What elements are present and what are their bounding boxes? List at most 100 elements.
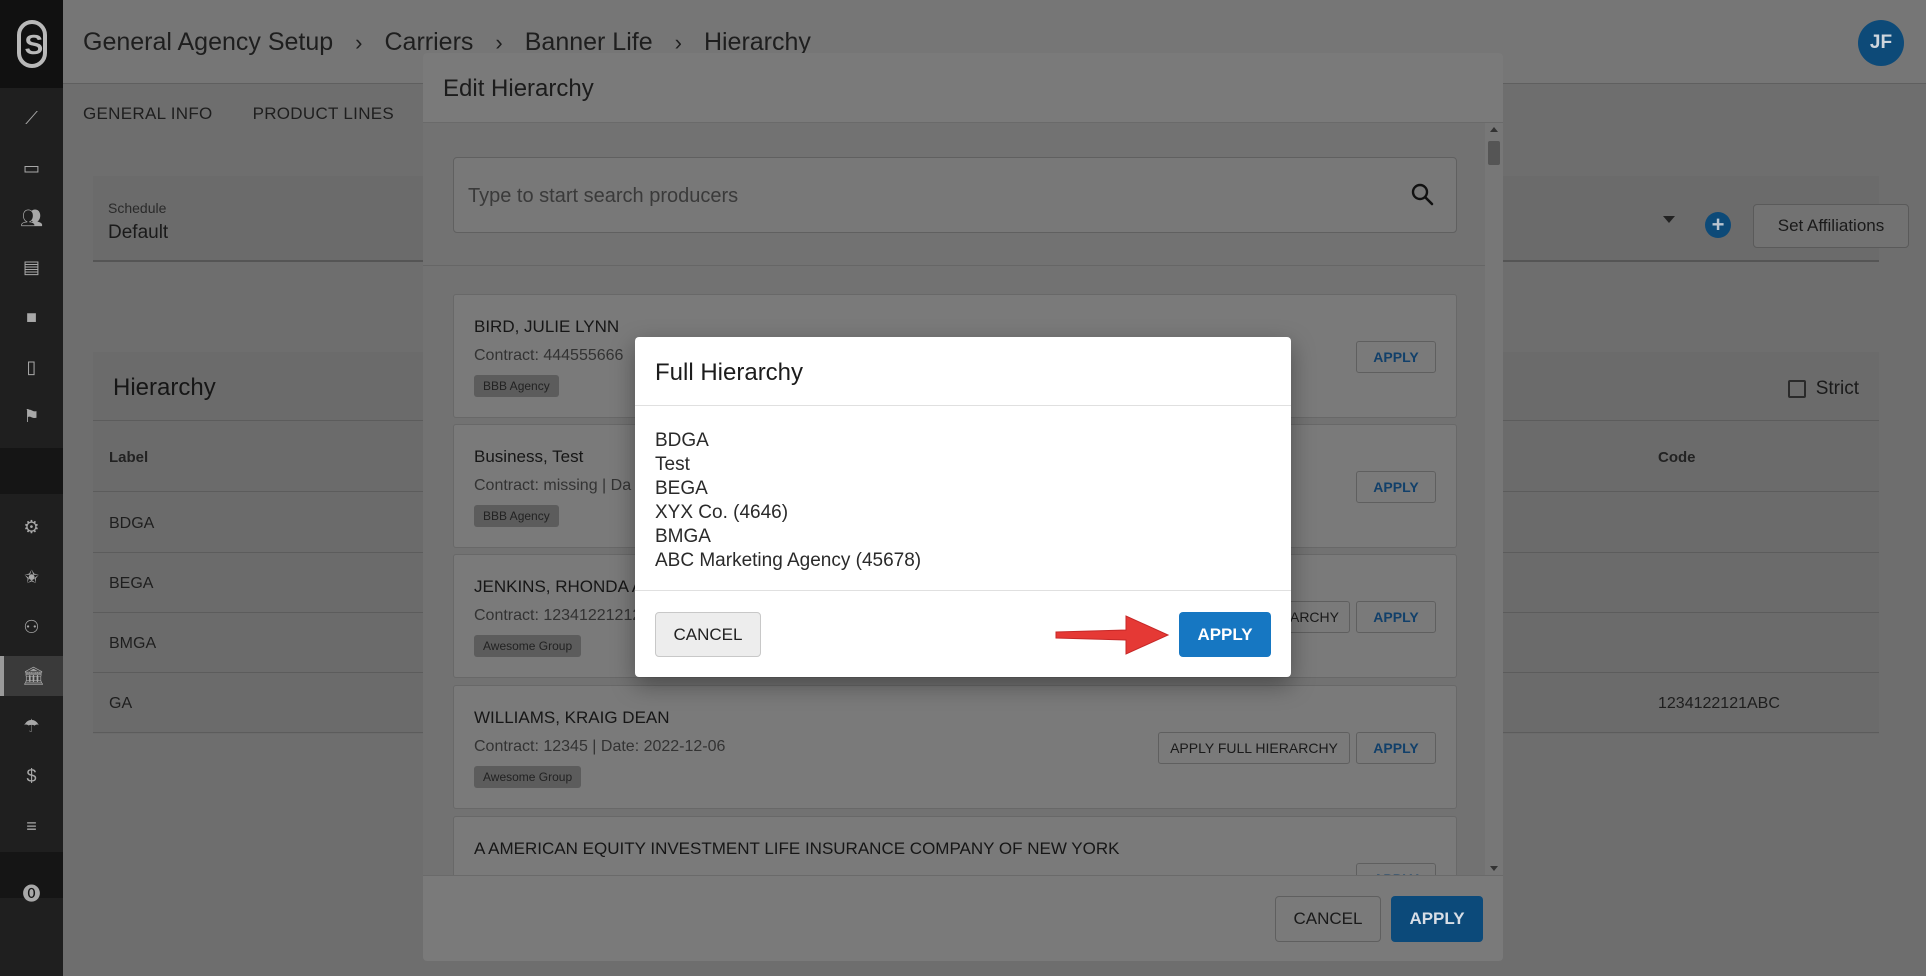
sidebar-item-flag[interactable]: ⚑ (0, 396, 63, 436)
analytics-icon: ⟋ (25, 107, 38, 128)
sidebar-item-store[interactable]: ▤ (0, 247, 63, 287)
search-input[interactable] (468, 178, 1368, 214)
scroll-down-icon[interactable] (1490, 866, 1498, 871)
sidebar-item-briefcase[interactable]: ■ (0, 297, 63, 337)
list-item: XYX Co. (4646) (655, 502, 789, 523)
list-item: Test (655, 454, 690, 475)
strict-checkbox[interactable]: Strict (1787, 378, 1859, 400)
row-label: BMGA (109, 635, 157, 652)
caret-down-icon[interactable] (1663, 216, 1675, 223)
search-icon[interactable] (1410, 182, 1434, 206)
schedule-select[interactable]: Default (108, 222, 168, 244)
cancel-button[interactable]: CANCEL (655, 612, 761, 657)
briefcase-icon: ■ (26, 306, 37, 327)
sidebar-item-star[interactable]: ✬ (0, 557, 63, 597)
bank-icon: 🏛︎ (22, 665, 45, 686)
breadcrumb-item[interactable]: General Agency Setup (83, 28, 333, 57)
dialog-footer: CANCEL APPLY (423, 875, 1503, 961)
apply-button[interactable]: APPLY (1356, 341, 1436, 373)
sidebar: ⟋ ▭ 👥︎ ▤ ■ ▯ ⚑ ⚙ ✬ ⚇ 🏛︎ ☂ $ ≡ ⓿ (0, 0, 63, 976)
apply-button[interactable]: APPLY (1356, 732, 1436, 764)
chevron-right-icon: › (495, 29, 503, 55)
logo-icon (16, 20, 47, 68)
sidebar-item-billing[interactable]: ⓿ (0, 873, 63, 913)
apply-button[interactable]: APPLY (1356, 471, 1436, 503)
set-affiliations-button[interactable]: Set Affiliations (1753, 204, 1909, 248)
sidebar-item-user-settings[interactable]: ⚇ (0, 607, 63, 647)
producer-meta: Contract: 444555666 (474, 347, 624, 364)
producer-name: JENKINS, RHONDA A (474, 577, 644, 596)
list-item: ABC Marketing Agency (45678) (655, 550, 922, 571)
document-icon: ▯ (26, 356, 37, 377)
column-header-label[interactable]: Label (109, 449, 148, 466)
sidebar-item-dollar[interactable]: $ (0, 756, 63, 796)
row-code: 1234122121ABC (1658, 695, 1780, 712)
tab-bar: GENERAL INFO PRODUCT LINES S (83, 104, 446, 124)
plus-icon: + (1711, 212, 1725, 237)
producer-name: BIRD, JULIE LYNN (474, 317, 620, 336)
producer-tag: BBB Agency (474, 505, 559, 527)
tab-product-lines[interactable]: PRODUCT LINES (253, 104, 395, 124)
search-field[interactable] (453, 157, 1457, 233)
apply-button[interactable]: APPLY (1356, 863, 1436, 875)
strict-label: Strict (1815, 378, 1859, 399)
producer-name: Business, Test (474, 447, 584, 466)
full-hierarchy-dialog: Full Hierarchy BDGA Test BEGA XYX Co. (4… (635, 337, 1291, 677)
chevron-right-icon: › (355, 29, 363, 55)
star-badge-icon: ✬ (23, 566, 40, 587)
row-label: GA (109, 695, 133, 712)
producer-meta: Contract: 12345 | Date: 2022-12-06 (474, 738, 726, 755)
scrollbar[interactable] (1485, 123, 1503, 875)
producer-name: A AMERICAN EQUITY INVESTMENT LIFE INSURA… (474, 839, 1120, 858)
divider (635, 405, 1291, 406)
list-item: BEGA (655, 478, 708, 499)
list-item: A AMERICAN EQUITY INVESTMENT LIFE INSURA… (453, 816, 1457, 875)
sidebar-item-umbrella[interactable]: ☂ (0, 706, 63, 746)
hierarchy-title: Hierarchy (113, 374, 216, 401)
layers-icon: ≡ (26, 815, 37, 836)
monitor-icon: ▭ (22, 157, 40, 178)
dialog-title: Edit Hierarchy (443, 75, 594, 102)
list-item: BMGA (655, 526, 711, 547)
scroll-up-icon[interactable] (1490, 127, 1498, 132)
sidebar-item-document[interactable]: ▯ (0, 347, 63, 387)
apply-button[interactable]: APPLY (1391, 896, 1483, 942)
producer-tag: Awesome Group (474, 635, 582, 657)
row-label: BDGA (109, 515, 155, 532)
dialog-title: Full Hierarchy (655, 359, 804, 386)
dollar-icon: $ (26, 765, 37, 786)
store-icon: ▤ (22, 256, 40, 277)
app-logo[interactable] (0, 0, 63, 88)
schedule-label: Schedule (108, 200, 167, 216)
cancel-button[interactable]: CANCEL (1275, 896, 1381, 942)
producer-meta: Contract: 12341221212 (474, 607, 642, 624)
flag-icon: ⚑ (23, 405, 40, 426)
checkbox-icon[interactable] (1787, 380, 1806, 398)
sidebar-item-settings[interactable]: ⚙ (0, 507, 63, 547)
avatar[interactable]: JF (1858, 20, 1904, 66)
settings-icon: ⚙ (23, 516, 40, 537)
hierarchy-list: BDGA Test BEGA XYX Co. (4646) BMGA ABC M… (655, 429, 921, 573)
list-item: WILLIAMS, KRAIG DEAN Contract: 12345 | D… (453, 685, 1457, 809)
umbrella-icon: ☂ (23, 715, 40, 736)
add-button[interactable]: + (1705, 212, 1731, 238)
sidebar-item-people[interactable]: 👥︎ (0, 198, 63, 238)
apply-full-hierarchy-button[interactable]: APPLY FULL HIERARCHY (1158, 732, 1350, 764)
arrow-right-icon (1055, 615, 1170, 655)
column-header-code[interactable]: Code (1658, 449, 1696, 466)
divider (423, 265, 1485, 266)
apply-button[interactable]: APPLY (1356, 601, 1436, 633)
dialog-header: Edit Hierarchy (423, 53, 1503, 123)
producer-tag: Awesome Group (474, 766, 582, 788)
divider (635, 590, 1291, 591)
people-icon: 👥︎ (20, 207, 43, 228)
apply-button[interactable]: APPLY (1179, 612, 1271, 657)
sidebar-divider (0, 448, 63, 494)
tab-general-info[interactable]: GENERAL INFO (83, 104, 213, 124)
sidebar-item-analytics[interactable]: ⟋ (0, 98, 63, 138)
sidebar-item-bank[interactable]: 🏛︎ (0, 656, 63, 696)
scroll-thumb[interactable] (1488, 141, 1500, 165)
sidebar-item-monitor[interactable]: ▭ (0, 148, 63, 188)
dollar-circle-icon: ⓿ (22, 884, 41, 904)
sidebar-item-layers[interactable]: ≡ (0, 806, 63, 846)
